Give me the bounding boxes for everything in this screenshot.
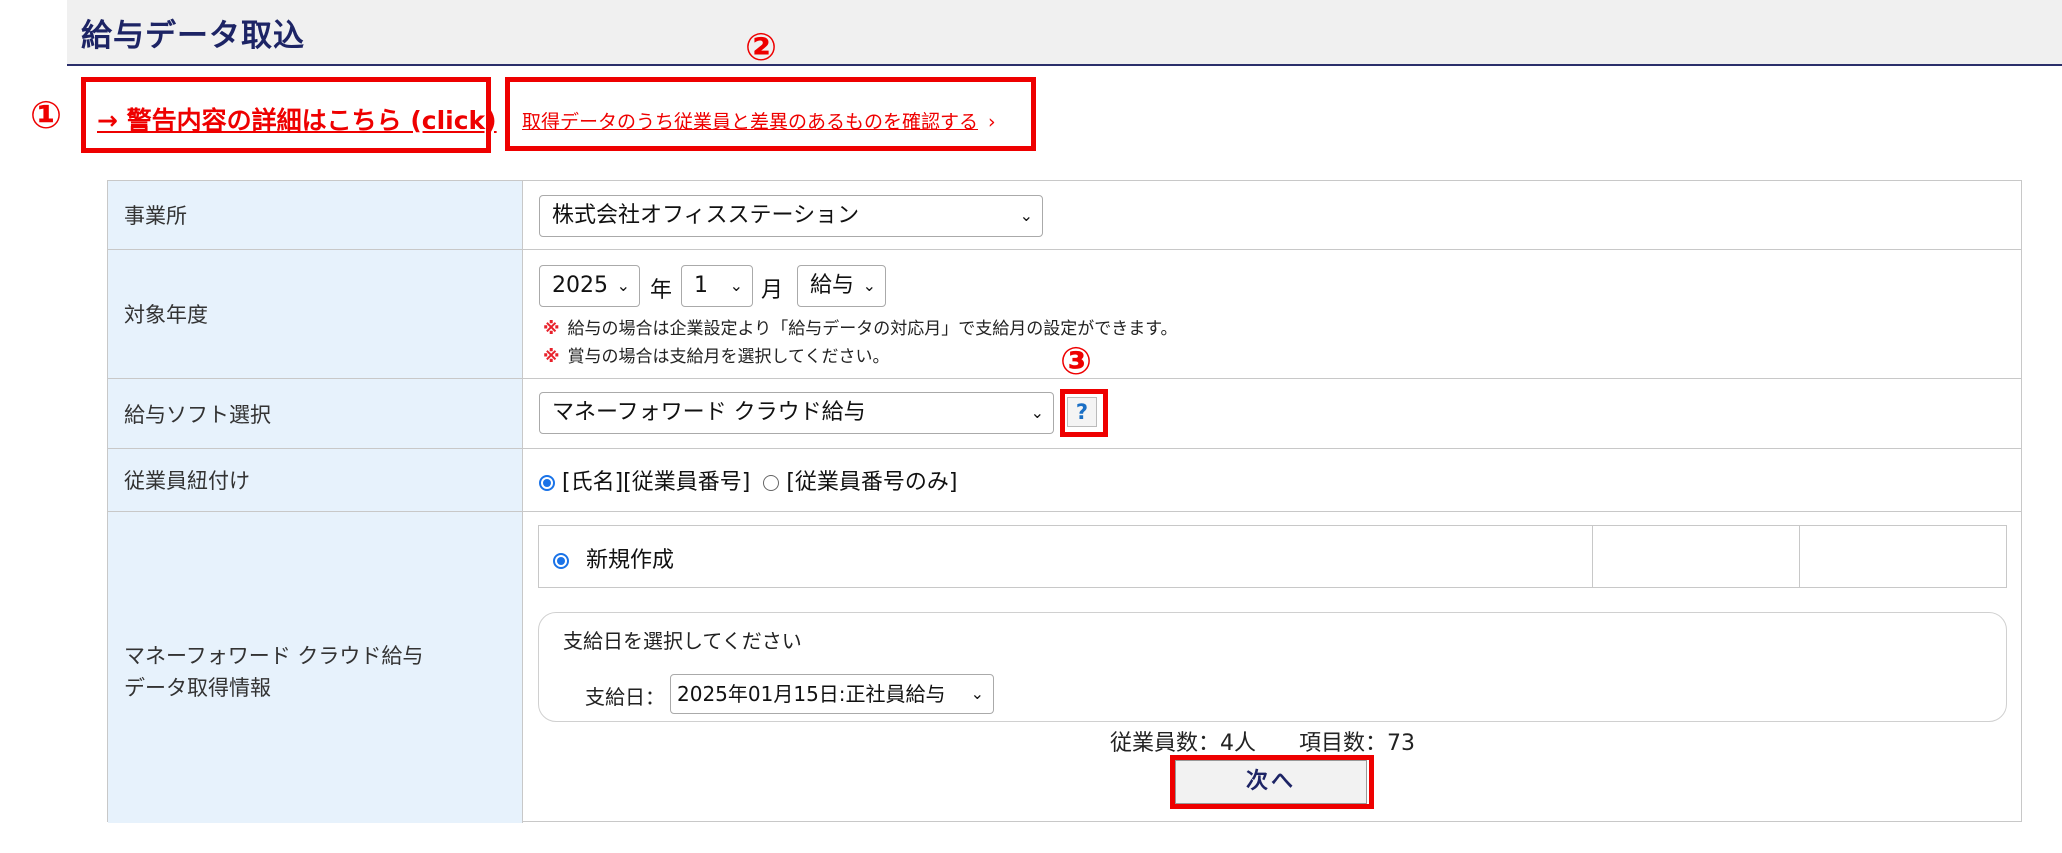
paydate-prompt: 支給日を選択してください <box>563 629 802 653</box>
office-select-value: 株式会社オフィスステーション <box>552 203 860 228</box>
month-select-value: 1 <box>694 273 708 298</box>
fetch-info-label-line2: データ取得情報 <box>124 676 271 700</box>
import-summary: 従業員数：4人 項目数：73 <box>1110 725 1415 757</box>
diff-check-link[interactable]: 取得データのうち従業員と差異のあるものを確認する › <box>522 107 996 134</box>
employee-link-options: [氏名][従業員番号] [従業員番号のみ] <box>539 464 958 496</box>
row-office: 事業所 株式会社オフィスステーション ⌄ <box>108 181 2021 250</box>
year-select-value: 2025 <box>552 273 608 298</box>
chevron-down-icon: ⌄ <box>970 684 984 703</box>
table-divider <box>1799 526 1800 587</box>
chevron-down-icon: ⌄ <box>616 276 630 295</box>
radio-number-only[interactable] <box>763 475 780 491</box>
radio-new-create-label[interactable]: 新規作成 <box>586 548 674 573</box>
chevron-down-icon: ⌄ <box>1030 403 1044 422</box>
diff-check-label: 取得データのうち従業員と差異のあるものを確認する <box>522 111 979 133</box>
question-icon[interactable]: ? <box>1067 397 1097 427</box>
radio-new-create[interactable] <box>553 553 569 569</box>
warning-detail-link[interactable]: → 警告内容の詳細はこちら (click) <box>97 101 497 137</box>
note-mark: ※ <box>543 347 560 367</box>
page-title: 給与データ取込 <box>81 18 305 54</box>
radio-number-only-label[interactable]: [従業員番号のみ] <box>786 470 957 495</box>
month-select[interactable]: 1 ⌄ <box>681 265 753 307</box>
payroll-software-select-value: マネーフォワード クラウド給与 <box>552 400 866 425</box>
office-label: 事業所 <box>108 181 523 249</box>
import-form-table: 事業所 株式会社オフィスステーション ⌄ 対象年度 2025 ⌄ 年 1 ⌄ 月… <box>107 180 2022 823</box>
annotation-marker-1: ① <box>30 93 63 137</box>
pay-type-select-value: 給与 <box>810 273 855 298</box>
office-select[interactable]: 株式会社オフィスステーション ⌄ <box>539 195 1043 237</box>
mode-new: 新規作成 <box>553 542 674 574</box>
employee-count: 従業員数：4人 <box>1110 731 1256 756</box>
chevron-down-icon: ⌄ <box>862 276 876 295</box>
row-employee-link: 従業員紐付け [氏名][従業員番号] [従業員番号のみ] <box>108 449 2021 512</box>
year-select[interactable]: 2025 ⌄ <box>539 265 640 307</box>
paydate-select[interactable]: 2025年01月15日:正社員給与 ⌄ <box>670 674 994 714</box>
chevron-right-icon: › <box>988 111 996 133</box>
note-bonus-text: 賞与の場合は支給月を選択してください。 <box>567 347 890 367</box>
year-unit: 年 <box>650 278 673 303</box>
note-mark: ※ <box>543 319 560 339</box>
payroll-software-label: 給与ソフト選択 <box>108 379 523 448</box>
next-button[interactable]: 次へ <box>1175 760 1367 804</box>
fetch-mode-table: 新規作成 <box>538 525 2007 588</box>
employee-link-label: 従業員紐付け <box>108 449 523 511</box>
month-unit: 月 <box>761 278 784 303</box>
note-bonus: ※ 賞与の場合は支給月を選択してください。 <box>543 342 890 367</box>
fetch-info-label-line1: マネーフォワード クラウド給与 <box>124 644 424 668</box>
target-year-label: 対象年度 <box>108 250 523 378</box>
row-target-year: 対象年度 2025 ⌄ 年 1 ⌄ 月 給与 ⌄ ※ 給与の場合は企業設定より「給… <box>108 250 2021 379</box>
radio-name-and-number-label[interactable]: [氏名][従業員番号] <box>562 470 750 495</box>
payroll-software-select[interactable]: マネーフォワード クラウド給与 ⌄ <box>539 392 1054 434</box>
note-salary: ※ 給与の場合は企業設定より「給与データの対応月」で支給月の設定ができます。 <box>543 314 1178 339</box>
chevron-down-icon: ⌄ <box>1019 206 1033 225</box>
paydate-panel: 支給日を選択してください 支給日： 2025年01月15日:正社員給与 ⌄ <box>538 612 2007 722</box>
page-header: 給与データ取込 <box>67 0 2062 66</box>
row-payroll-software: 給与ソフト選択 マネーフォワード クラウド給与 ⌄ ? <box>108 379 2021 449</box>
annotation-marker-2: ② <box>745 25 778 69</box>
fetch-info-label: マネーフォワード クラウド給与 データ取得情報 <box>108 512 523 823</box>
pay-type-select[interactable]: 給与 ⌄ <box>797 265 886 307</box>
paydate-select-value: 2025年01月15日:正社員給与 <box>677 682 946 706</box>
chevron-down-icon: ⌄ <box>729 276 743 295</box>
radio-name-and-number[interactable] <box>539 475 555 491</box>
item-count: 項目数：73 <box>1299 731 1415 756</box>
paydate-label: 支給日： <box>585 685 665 709</box>
table-divider <box>1592 526 1593 587</box>
note-salary-text: 給与の場合は企業設定より「給与データの対応月」で支給月の設定ができます。 <box>567 319 1178 339</box>
